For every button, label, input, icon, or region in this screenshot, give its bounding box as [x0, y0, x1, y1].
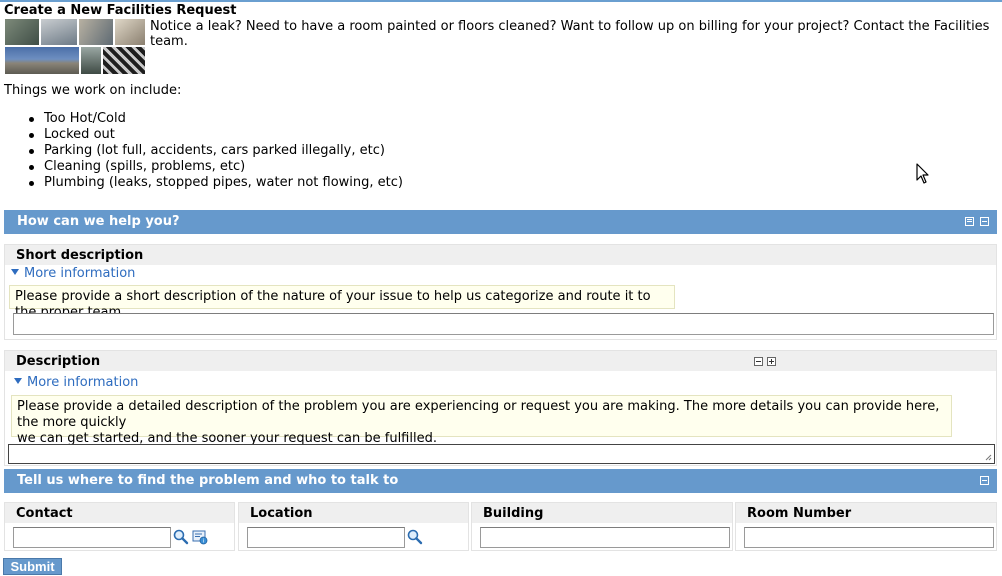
- shrink-textarea-icon[interactable]: [754, 357, 763, 366]
- page-title: Create a New Facilities Request: [4, 3, 237, 18]
- short-description-field: Short description More information Pleas…: [4, 244, 997, 340]
- search-icon[interactable]: [407, 529, 423, 545]
- collapse-all-icon[interactable]: [965, 217, 974, 226]
- list-item: Locked out: [29, 127, 403, 143]
- triangle-down-icon: [11, 269, 19, 275]
- description-more-info-link[interactable]: More information: [14, 375, 138, 390]
- list-item: Too Hot/Cold: [29, 111, 403, 127]
- collapse-icon[interactable]: [980, 217, 989, 226]
- description-help-text: Please provide a detailed description of…: [11, 395, 952, 446]
- expand-textarea-icon[interactable]: [767, 357, 776, 366]
- search-icon[interactable]: [173, 529, 189, 545]
- contact-card-icon[interactable]: i: [192, 529, 208, 545]
- location-input[interactable]: [247, 527, 405, 548]
- room-number-input[interactable]: [744, 527, 994, 548]
- short-description-more-info-link[interactable]: More information: [11, 266, 135, 281]
- short-description-help-text: Please provide a short description of th…: [9, 285, 675, 320]
- room-number-field: Room Number: [735, 502, 997, 551]
- building-label: Building: [483, 506, 544, 521]
- description-textarea[interactable]: [8, 444, 995, 464]
- section-title: Tell us where to find the problem and wh…: [17, 473, 399, 488]
- list-item: Plumbing (leaks, stopped pipes, water no…: [29, 175, 403, 190]
- short-description-input[interactable]: [13, 313, 994, 335]
- short-description-label: Short description: [16, 248, 144, 263]
- section-header-location: Tell us where to find the problem and wh…: [4, 469, 997, 493]
- room-number-label: Room Number: [747, 506, 852, 521]
- things-heading: Things we work on include:: [4, 83, 182, 98]
- collapse-icon[interactable]: [980, 476, 989, 485]
- contact-field: Contact i: [4, 502, 235, 551]
- building-field: Building: [471, 502, 733, 551]
- location-label: Location: [250, 506, 313, 521]
- triangle-down-icon: [14, 378, 22, 384]
- contact-label: Contact: [16, 506, 73, 521]
- list-item: Parking (lot full, accidents, cars parke…: [29, 143, 403, 159]
- mouse-cursor-icon: [916, 163, 929, 184]
- location-field: Location: [238, 502, 469, 551]
- things-list: Too Hot/Cold Locked out Parking (lot ful…: [0, 111, 403, 191]
- facilities-photo-mosaic: [4, 18, 146, 75]
- section-title: How can we help you?: [17, 214, 180, 229]
- description-label: Description: [16, 354, 101, 369]
- contact-input[interactable]: [13, 527, 171, 548]
- resize-handle-icon[interactable]: [985, 454, 992, 461]
- building-input[interactable]: [480, 527, 730, 548]
- section-header-help: How can we help you?: [4, 210, 997, 234]
- intro-text: Notice a leak? Need to have a room paint…: [150, 19, 990, 49]
- top-accent-line: [0, 0, 1002, 2]
- description-field: Description More information Please prov…: [4, 350, 997, 466]
- submit-button[interactable]: Submit: [3, 558, 62, 575]
- list-item: Cleaning (spills, problems, etc): [29, 159, 403, 175]
